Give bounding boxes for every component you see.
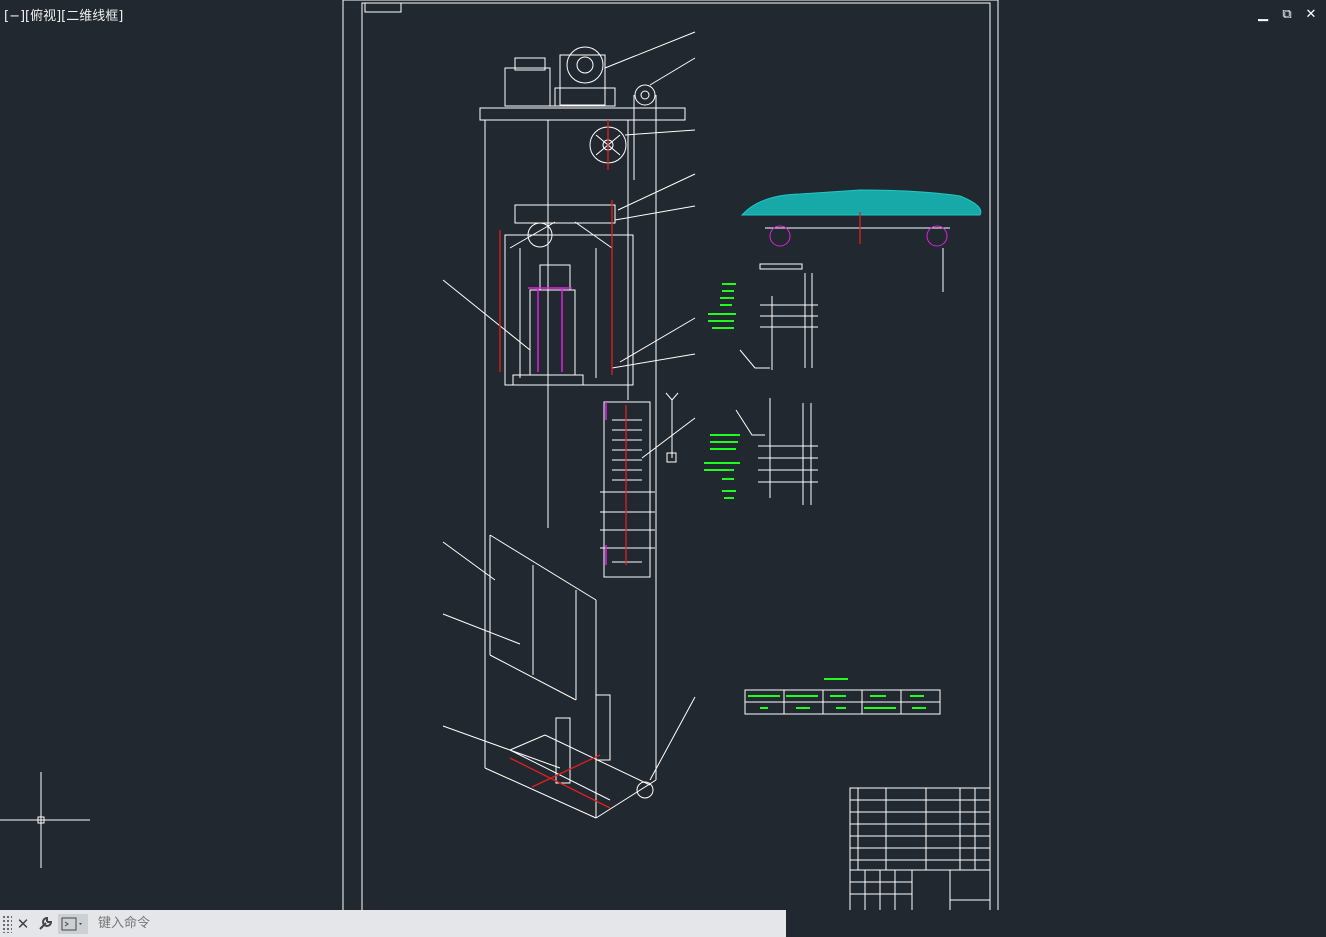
title-block — [849, 787, 991, 910]
leader-lines — [442, 31, 696, 781]
pit-buffers — [509, 694, 654, 801]
cad-drawing-canvas[interactable] — [0, 0, 1326, 910]
ucs-y-marker — [665, 392, 679, 463]
hoistway-shaft — [479, 107, 686, 819]
rail-bracket-detail-2 — [735, 398, 818, 505]
traction-machine — [504, 46, 657, 180]
command-line-bar: ✕ — [0, 910, 786, 937]
counterweight — [600, 401, 655, 578]
customize-wrench-icon[interactable] — [34, 913, 56, 935]
close-command-line-icon[interactable]: ✕ — [12, 913, 34, 935]
guide-roller-detail — [740, 189, 982, 292]
sheet-corner-tag — [364, 2, 402, 13]
landing-door — [489, 534, 597, 701]
command-input[interactable] — [96, 915, 700, 932]
crosshair-cursor-icon — [0, 772, 90, 868]
elevator-car — [504, 204, 634, 386]
sheet-outer-border — [342, 0, 999, 910]
parameter-table — [744, 689, 941, 715]
magenta-guide-rails — [528, 287, 607, 565]
command-prompt-icon[interactable] — [58, 913, 88, 934]
drag-grip-icon[interactable] — [2, 914, 12, 933]
rail-bracket-detail-1 — [739, 273, 818, 370]
green-annotations — [704, 283, 926, 709]
